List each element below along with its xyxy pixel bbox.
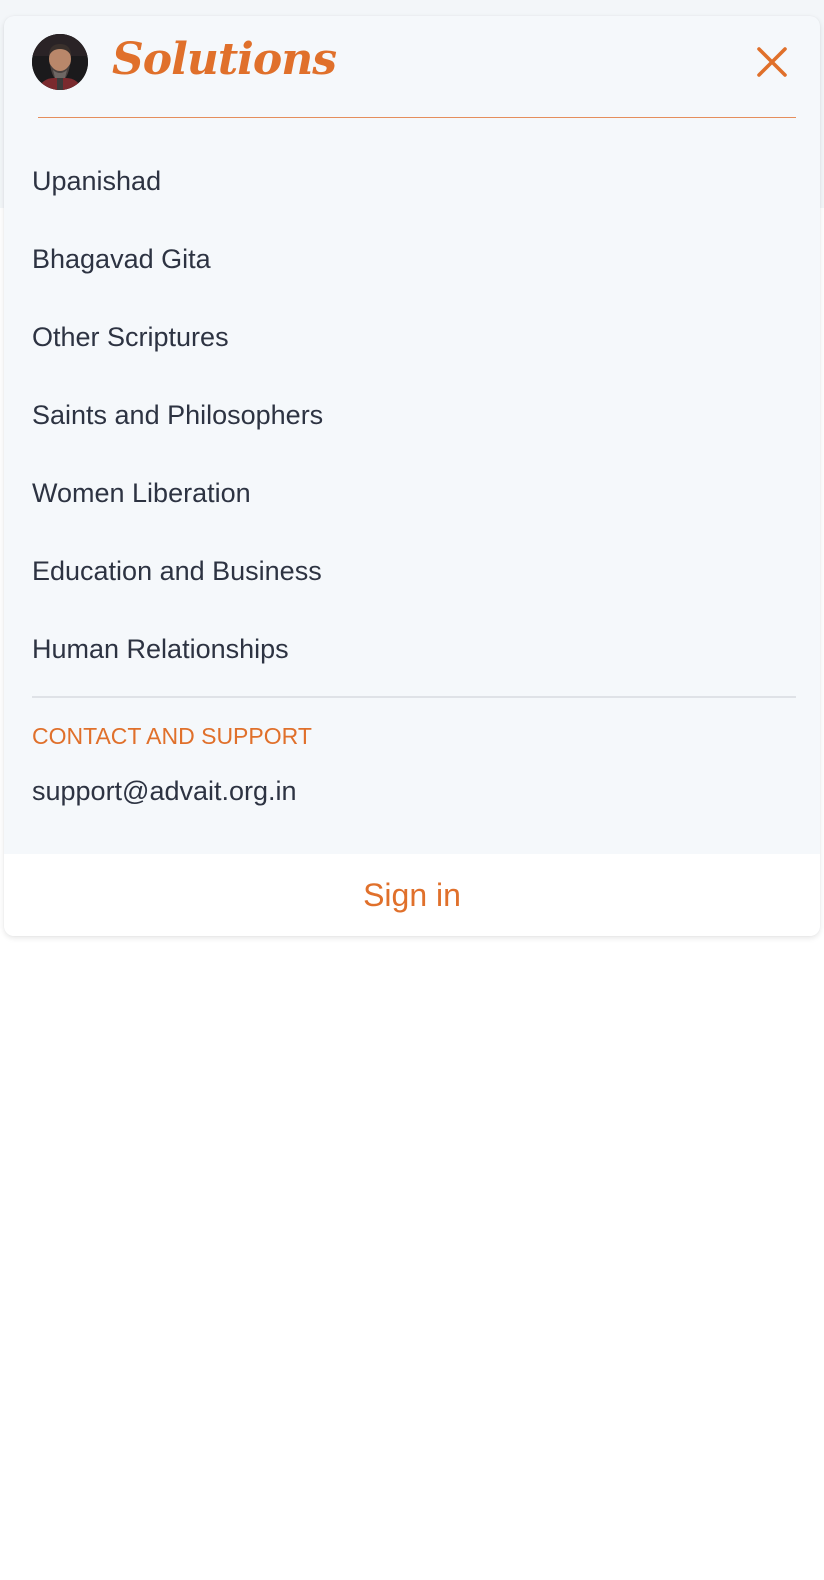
nav-item-other-scriptures[interactable]: Other Scriptures — [32, 312, 792, 390]
signin-bar: Sign in — [4, 854, 820, 936]
avatar[interactable] — [32, 34, 88, 90]
close-button[interactable] — [752, 42, 792, 82]
nav-item-human-relationships[interactable]: Human Relationships — [32, 624, 792, 702]
menu-header: Solutions — [4, 16, 820, 118]
person-portrait-icon — [32, 34, 88, 90]
nav-list: Upanishad Bhagavad Gita Other Scriptures… — [32, 156, 792, 702]
nav-item-upanishad[interactable]: Upanishad — [32, 156, 792, 234]
nav-item-bhagavad-gita[interactable]: Bhagavad Gita — [32, 234, 792, 312]
sign-in-button[interactable]: Sign in — [4, 854, 820, 936]
brand-title: Solutions — [112, 34, 337, 85]
support-email-link[interactable]: support@advait.org.in — [32, 771, 297, 811]
nav-item-education-and-business[interactable]: Education and Business — [32, 546, 792, 624]
nav-item-women-liberation[interactable]: Women Liberation — [32, 468, 792, 546]
section-divider — [32, 696, 796, 698]
contact-section-heading: CONTACT AND SUPPORT — [32, 723, 312, 749]
nav-item-saints-and-philosophers[interactable]: Saints and Philosophers — [32, 390, 792, 468]
close-icon — [757, 47, 787, 77]
header-divider — [38, 117, 796, 118]
navigation-menu-panel: Solutions Upanishad Bhagavad Gita Other … — [4, 16, 820, 936]
